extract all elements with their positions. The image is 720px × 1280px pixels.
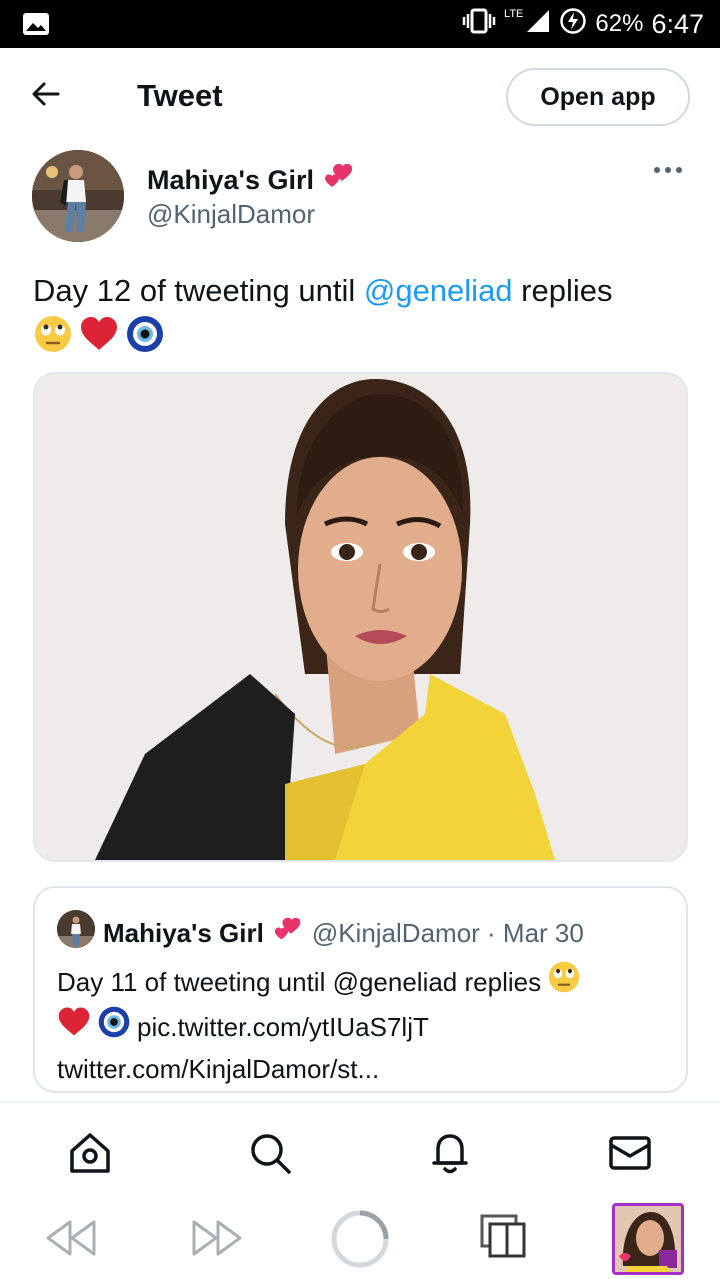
home-icon[interactable]: [66, 1129, 114, 1177]
author-name-text: Mahiya's Girl: [147, 165, 314, 195]
open-app-button[interactable]: Open app: [506, 68, 690, 126]
two-hearts-icon: [322, 160, 356, 201]
tweet-text-start: Day 12 of tweeting until: [33, 273, 364, 308]
quoted-status-link: twitter.com/KinjalDamor/st...: [57, 1054, 380, 1084]
bell-icon[interactable]: [426, 1129, 474, 1177]
back-arrow-icon[interactable]: [30, 78, 70, 118]
quoted-author-name: Mahiya's Girl: [103, 918, 264, 948]
more-options-icon[interactable]: [652, 162, 692, 190]
status-bar: LTE 62% 6:47: [0, 0, 720, 48]
profile-thumbnail[interactable]: [612, 1203, 684, 1275]
page-title: Tweet: [137, 78, 223, 113]
tweet-photo[interactable]: [33, 372, 688, 862]
signal-icon: [525, 8, 551, 41]
rolling-eyes-emoji-icon: [33, 314, 73, 363]
quoted-handle-date: @KinjalDamor · Mar 30: [311, 918, 584, 948]
tweet-text: Day 12 of tweeting until @geneliad repli…: [33, 272, 693, 363]
vibrate-icon: [462, 8, 496, 41]
mail-icon[interactable]: [606, 1129, 654, 1177]
fast-forward-icon[interactable]: [188, 1218, 244, 1263]
nazar-amulet-emoji-icon: [125, 314, 165, 363]
battery-saver-icon: [559, 7, 587, 42]
quoted-text-line1: Day 11 of tweeting until @geneliad repli…: [57, 967, 542, 997]
network-type: LTE: [504, 8, 524, 20]
quoted-text: Day 11 of tweeting until @geneliad repli…: [57, 960, 672, 1089]
loading-spinner-icon[interactable]: [329, 1208, 391, 1275]
red-heart-emoji-icon: [57, 1005, 91, 1050]
rolling-eyes-emoji-icon: [547, 960, 581, 1005]
author-name[interactable]: Mahiya's Girl: [147, 160, 356, 201]
battery-percent: 62%: [595, 10, 644, 37]
browser-toolbar: [0, 1198, 720, 1280]
clock: 6:47: [651, 8, 704, 39]
author-handle[interactable]: @KinjalDamor: [147, 199, 315, 230]
mention-link[interactable]: @geneliad: [364, 273, 513, 308]
quoted-author-avatar: [57, 910, 95, 948]
bottom-navigation: [0, 1103, 720, 1198]
tweet-header: Tweet Open app: [0, 48, 720, 144]
red-heart-emoji-icon: [79, 314, 119, 363]
nazar-amulet-emoji-icon: [97, 1005, 131, 1050]
rewind-icon[interactable]: [44, 1218, 100, 1263]
quoted-tweet[interactable]: Mahiya's Girl @KinjalDamor · Mar 30 Day …: [33, 886, 688, 1093]
two-hearts-icon: [272, 914, 304, 953]
tabs-icon[interactable]: [478, 1212, 528, 1265]
quoted-pic-link: pic.twitter.com/ytIUaS7ljT: [137, 1012, 429, 1042]
search-icon[interactable]: [246, 1129, 294, 1177]
gallery-notification-icon: [22, 12, 50, 41]
quoted-header: Mahiya's Girl @KinjalDamor · Mar 30: [103, 914, 584, 953]
author-avatar[interactable]: [32, 150, 124, 242]
tweet-text-end: replies: [512, 273, 613, 308]
